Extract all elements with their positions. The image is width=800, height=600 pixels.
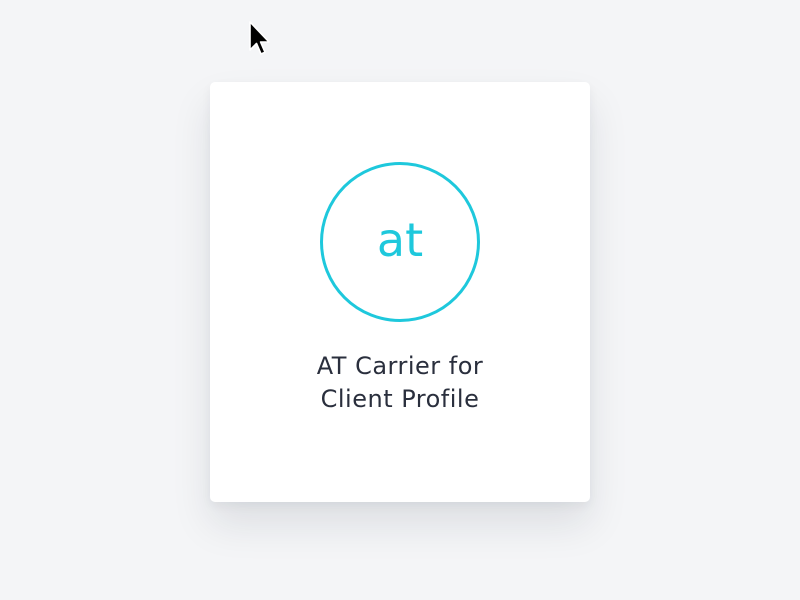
avatar: at [320,162,480,322]
page-background: at AT Carrier for Client Profile [0,0,800,600]
card-title: AT Carrier for Client Profile [210,350,590,416]
mouse-pointer-icon [249,21,270,55]
card-title-line-1: AT Carrier for [316,352,484,380]
profile-card[interactable]: at AT Carrier for Client Profile [210,82,590,502]
card-title-line-2: Client Profile [320,385,480,413]
avatar-initials: at [376,213,424,267]
